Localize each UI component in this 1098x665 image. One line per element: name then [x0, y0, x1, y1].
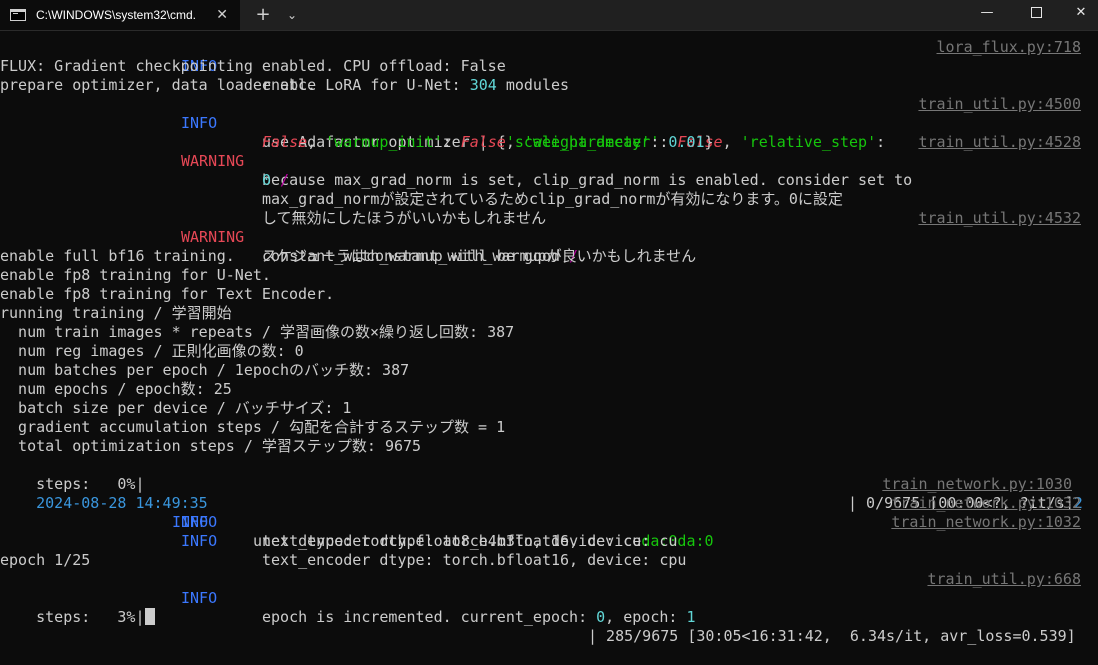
source-ref: train_util.py:4532: [918, 209, 1081, 227]
log-line: num reg images / 正則化画像の数: 0: [0, 342, 1098, 361]
log-line: enable full bf16 training.: [0, 247, 235, 265]
device-highlight: da:0: [677, 532, 714, 550]
source-ref: train_network.py:1032: [891, 513, 1081, 531]
log-line: num train images * repeats / 学習画像の数×繰り返し…: [0, 323, 1098, 342]
log-line: FLUX: Gradient checkpointing enabled. CP…: [0, 57, 506, 75]
new-tab-plus-icon[interactable]: +: [253, 4, 273, 26]
progress-line: steps: 0%| | 0/9675 [00:00<?, ?it/s]2: [0, 456, 1098, 512]
log-line: batch size per device / バッチサイズ: 1: [0, 399, 1098, 418]
maximize-icon: [1030, 7, 1042, 18]
tab-cmd[interactable]: C:\WINDOWS\system32\cmd. ✕: [0, 0, 240, 30]
log-message: num reg images / 正則化画像の数:: [0, 342, 295, 360]
log-line: num epochs / epoch数: 25: [0, 380, 1098, 399]
log-line: max_grad_normが設定されているためclip_grad_normが有効…: [0, 171, 1098, 208]
log-level-info: INFO: [181, 532, 218, 550]
tab-close-icon[interactable]: ✕: [216, 6, 228, 23]
progress-line: steps: 3%| | 285/9675 [30:05<16:31:42, 6…: [0, 589, 1098, 645]
terminal-icon: [10, 9, 26, 21]
source-ref: train_util.py:4528: [918, 133, 1081, 151]
title-bar: C:\WINDOWS\system32\cmd. ✕ + ⌄ — ✕: [0, 0, 1098, 31]
log-line: スケジューラはconstant_with_warmupが良いかもしれません: [0, 228, 1098, 265]
source-ref: train_util.py:4500: [918, 95, 1081, 113]
progress-stats: | 285/9675 [30:05<16:31:42, 6.34s/it, av…: [588, 627, 1076, 645]
log-message: , epoch:: [605, 608, 687, 626]
log-line: して無効にしたほうがいいかもしれません: [0, 190, 1098, 227]
log-line: enable fp8 training for Text Encoder.: [0, 285, 335, 303]
log-message: num epochs / epoch数:: [0, 380, 214, 398]
log-line: 0 /: [0, 152, 1098, 189]
tab-title: C:\WINDOWS\system32\cmd.: [36, 8, 197, 22]
source-ref: train_network.py:1030: [882, 475, 1072, 493]
source-ref: train_util.py:668: [927, 570, 1081, 588]
log-message: num batches per epoch / 1epochのバッチ数:: [0, 361, 383, 379]
log-line: INFO text_encoder dtype: torch.bfloat16,…: [0, 494, 1098, 550]
log-line: INFO epoch is incremented. current_epoch…: [0, 570, 1098, 626]
log-number: 1: [686, 608, 696, 626]
log-line: WARNING constant_with_warmup will be goo…: [0, 209, 1098, 265]
log-line: INFO enable LoRA for U-Net: 304 modules …: [0, 38, 1098, 94]
log-line: running training / 学習開始: [0, 304, 232, 322]
log-line: num batches per epoch / 1epochのバッチ数: 387: [0, 361, 1098, 380]
log-message: total optimization steps / 学習ステップ数:: [0, 437, 385, 455]
log-number: 1: [496, 418, 506, 436]
log-message: epoch is incremented. current_epoch:: [262, 608, 597, 626]
log-line: INFO text_encoder dtype: torch.bfloat16,…: [0, 513, 1098, 569]
source-ref: train_network.py:1032: [891, 494, 1081, 512]
tab-dropdown-chevron-down-icon[interactable]: ⌄: [284, 6, 300, 24]
progress-label: steps: 3%|: [36, 608, 145, 626]
log-message: text_encoder dtype: torch.bfloat16, devi…: [262, 532, 678, 550]
log-number: 387: [382, 361, 410, 379]
log-line: enable fp8 training for U-Net.: [0, 266, 271, 284]
terminal-output[interactable]: INFO enable LoRA for U-Net: 304 modules …: [0, 38, 1098, 645]
log-line: WARNING because max_grad_norm is set, cl…: [0, 133, 1098, 189]
log-line: INFO use Adafactor optimizer | {'scale_p…: [0, 95, 1098, 151]
log-message: batch size per device / バッチサイズ:: [0, 399, 343, 417]
log-number: 9675: [384, 437, 422, 455]
log-number: 387: [487, 323, 515, 341]
log-message: num train images * repeats / 学習画像の数×繰り返し…: [0, 323, 488, 341]
log-line: 2024-08-28 14:49:35 INFO unet dtype: tor…: [0, 475, 1098, 550]
log-line: prepare optimizer, data loader etc.: [0, 76, 317, 94]
log-number: 1: [342, 399, 352, 417]
close-window-button[interactable]: ✕: [1058, 0, 1098, 30]
maximize-button[interactable]: [1013, 0, 1059, 30]
log-line: total optimization steps / 学習ステップ数: 9675: [0, 437, 1098, 456]
log-number: 0: [596, 608, 606, 626]
log-message: gradient accumulation steps / 勾配を合計するステッ…: [0, 418, 497, 436]
log-number: 25: [213, 380, 232, 398]
minimize-button[interactable]: —: [964, 0, 1010, 30]
log-number: 0: [294, 342, 304, 360]
log-line: gradient accumulation steps / 勾配を合計するステッ…: [0, 418, 1098, 437]
log-line: epoch 1/25: [0, 551, 91, 569]
log-line: False, 'warmup_init': False, 'weight_dec…: [0, 114, 1098, 151]
source-ref: lora_flux.py:718: [936, 38, 1082, 56]
